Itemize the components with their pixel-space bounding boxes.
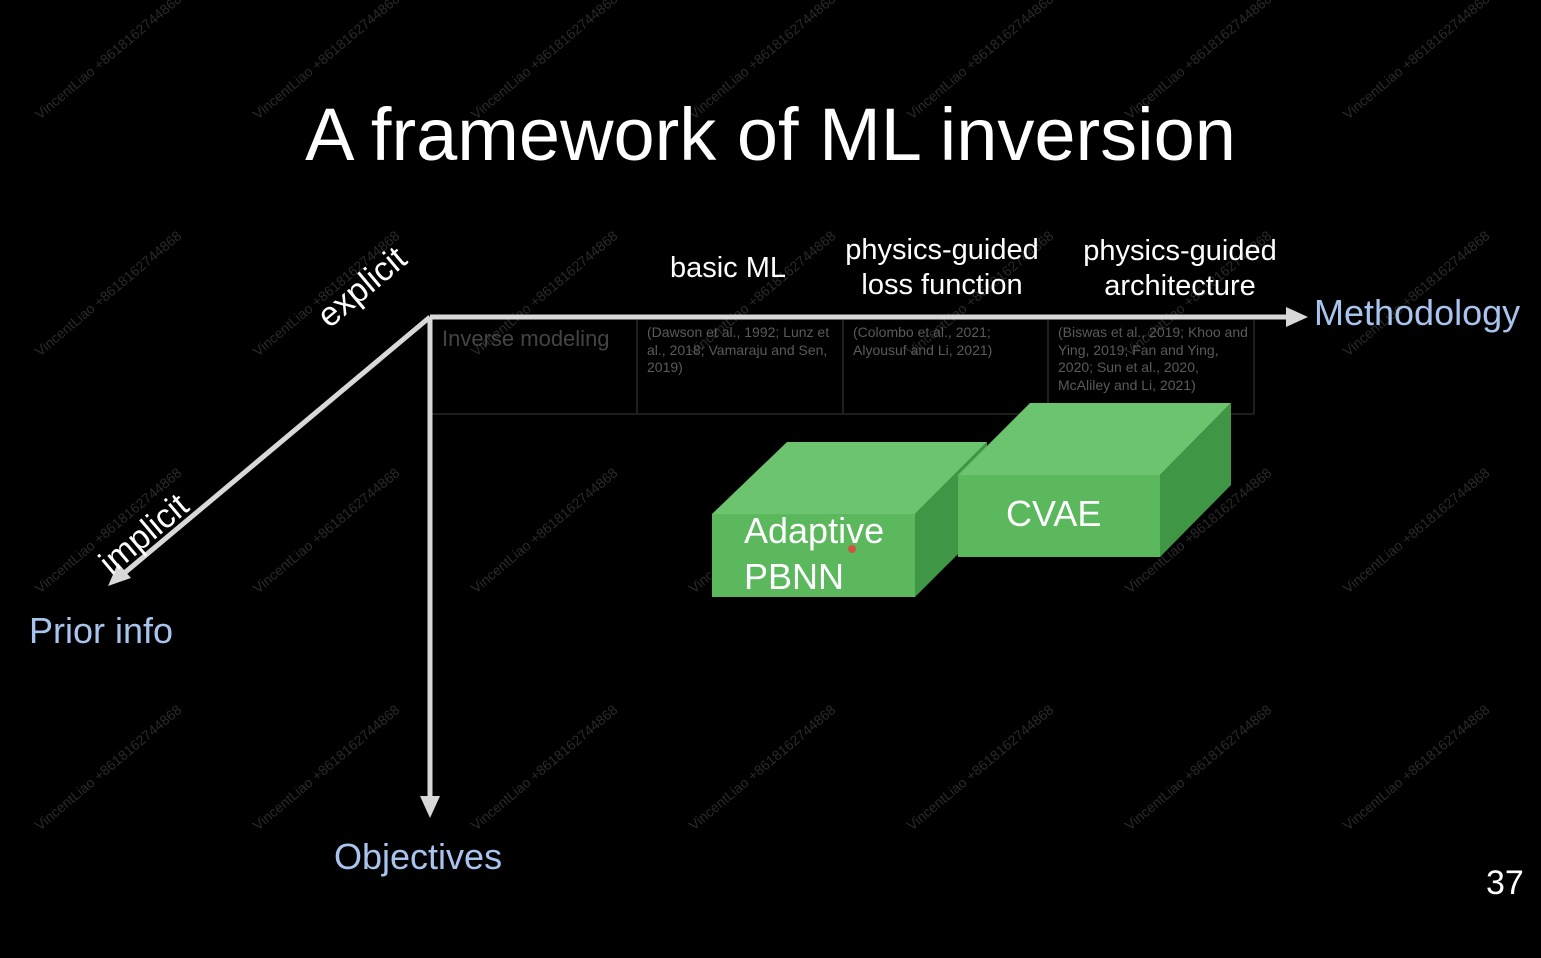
column-header-physics-architecture-line1: physics-guided xyxy=(1083,235,1277,267)
watermark-text: VincentLiao +8618162744868 xyxy=(32,227,185,359)
table-ref-basic-ml: (Dawson et al., 1992; Lunz et al., 2018;… xyxy=(647,324,830,375)
column-header-physics-architecture: physics-guided architecture xyxy=(1070,234,1290,304)
column-header-basic-ml: basic ML xyxy=(628,251,828,286)
table-ref-physics-loss: (Colombo et al., 2021; Alyousuf and Li, … xyxy=(853,324,993,358)
column-header-physics-architecture-line2: architecture xyxy=(1104,270,1256,302)
page-number: 37 xyxy=(1486,864,1524,902)
column-header-physics-loss-line2: loss function xyxy=(861,269,1023,301)
box-adaptive-pbnn-line2: PBNN xyxy=(744,556,845,597)
slide: VincentLiao +8618162744868 VincentLiao +8… xyxy=(0,0,1541,958)
column-header-physics-loss: physics-guided loss function xyxy=(832,233,1052,303)
watermark-text: VincentLiao +8618162744868 xyxy=(686,701,839,833)
table-row-label: Inverse modeling xyxy=(442,326,610,351)
slide-title: A framework of ML inversion xyxy=(305,93,1236,176)
watermark-text: VincentLiao +8618162744868 xyxy=(1340,701,1493,833)
axis-label-objectives: Objectives xyxy=(334,836,503,877)
box-adaptive-pbnn-label: Adaptive PBNN xyxy=(744,508,884,600)
table-ref-physics-architecture: (Biswas et al., 2019; Khoo and Ying, 201… xyxy=(1058,324,1248,393)
box-cvae-label: CVAE xyxy=(1006,493,1102,534)
watermark-text: VincentLiao +8618162744868 xyxy=(250,701,403,833)
watermark-text: VincentLiao +8618162744868 xyxy=(1340,464,1493,596)
watermark-text: VincentLiao +8618162744868 xyxy=(1122,701,1275,833)
axis-label-methodology: Methodology xyxy=(1314,292,1521,333)
column-header-physics-loss-line1: physics-guided xyxy=(845,234,1039,266)
watermark-text: VincentLiao +8618162744868 xyxy=(904,701,1057,833)
y-axis-arrowhead xyxy=(420,796,440,818)
watermark-text: VincentLiao +8618162744868 xyxy=(250,464,403,596)
watermark-text: VincentLiao +8618162744868 xyxy=(32,701,185,833)
x-axis-arrowhead xyxy=(1286,307,1308,327)
watermark-text: VincentLiao +8618162744868 xyxy=(468,464,621,596)
box-adaptive-pbnn-line1: Adaptive xyxy=(744,510,885,551)
axis-label-prior-info: Prior info xyxy=(29,610,174,651)
watermark-text: VincentLiao +8618162744868 xyxy=(468,701,621,833)
column-header-basic-ml-line1: basic ML xyxy=(669,252,787,284)
